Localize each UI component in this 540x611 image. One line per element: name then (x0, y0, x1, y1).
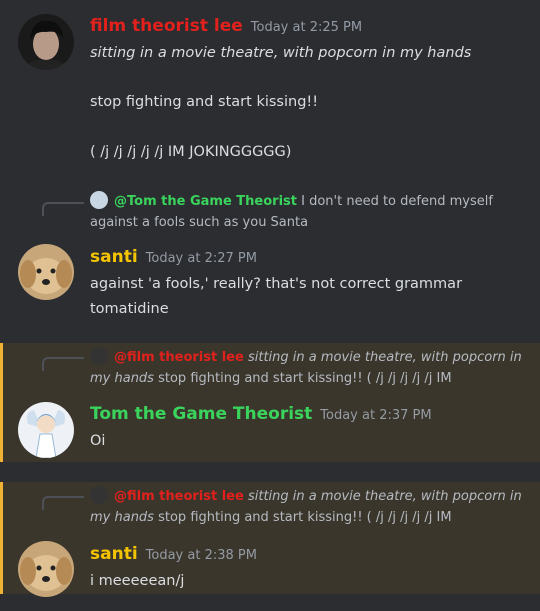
message-line: Oi (90, 433, 106, 449)
timestamp: Today at 2:25 PM (250, 20, 363, 35)
message-santi-2: @film theorist lee sitting in a movie th… (0, 482, 540, 597)
message-line: against 'a fools,' really? that's not co… (90, 276, 463, 292)
reply-author[interactable]: @film theorist lee (114, 489, 244, 504)
timestamp: Today at 2:27 PM (145, 251, 257, 266)
author-name[interactable]: film theorist lee (90, 16, 243, 36)
avatar-santi[interactable] (18, 541, 74, 597)
reply-connector (42, 202, 84, 216)
message-line: stop fighting and start kissing!! (90, 94, 319, 110)
message-line: tomatidine (90, 301, 169, 317)
author-name[interactable]: santi (90, 544, 138, 564)
reply-text: sitting in a movie theatre, with popcorn… (247, 350, 522, 365)
reply-preview[interactable]: @Tom the Game Theorist I don't need to d… (90, 191, 493, 233)
reply-avatar (90, 191, 108, 209)
reply-text: my hands (90, 510, 154, 525)
reply-connector (42, 357, 84, 371)
message-line: ( /j /j /j /j /j IM JOKINGGGGG) (90, 144, 292, 160)
reply-text: stop fighting and start kissing!! ( /j /… (158, 510, 452, 525)
reply-connector (42, 496, 84, 510)
reply-preview[interactable]: @film theorist lee sitting in a movie th… (90, 347, 522, 389)
avatar-santi[interactable] (18, 244, 74, 300)
reply-text: stop fighting and start kissing!! ( /j /… (158, 371, 452, 386)
avatar-lee[interactable] (18, 14, 74, 70)
reply-author[interactable]: @Tom the Game Theorist (114, 194, 297, 209)
reply-text: my hands (90, 371, 154, 386)
timestamp: Today at 2:37 PM (320, 408, 432, 423)
author-name[interactable]: santi (90, 247, 138, 267)
message-line: i meeeeean/j (90, 573, 185, 589)
reply-text: against a fools such as you Santa (90, 215, 309, 230)
message-tom: @film theorist lee sitting in a movie th… (0, 343, 540, 462)
reply-text: sitting in a movie theatre, with popcorn… (247, 489, 522, 504)
reply-avatar (90, 347, 108, 365)
reply-text: I don't need to defend myself (301, 194, 493, 209)
message-santi-1: @Tom the Game Theorist I don't need to d… (0, 180, 540, 330)
reply-avatar (90, 486, 108, 504)
message-lee: film theorist lee Today at 2:25 PM sittin… (0, 0, 540, 180)
reply-author[interactable]: @film theorist lee (114, 350, 244, 365)
message-line: sitting in a movie theatre, with popcorn… (90, 45, 472, 61)
author-name[interactable]: Tom the Game Theorist (90, 404, 312, 424)
timestamp: Today at 2:38 PM (145, 548, 257, 563)
reply-preview[interactable]: @film theorist lee sitting in a movie th… (90, 486, 522, 528)
avatar-tom[interactable] (18, 402, 74, 458)
